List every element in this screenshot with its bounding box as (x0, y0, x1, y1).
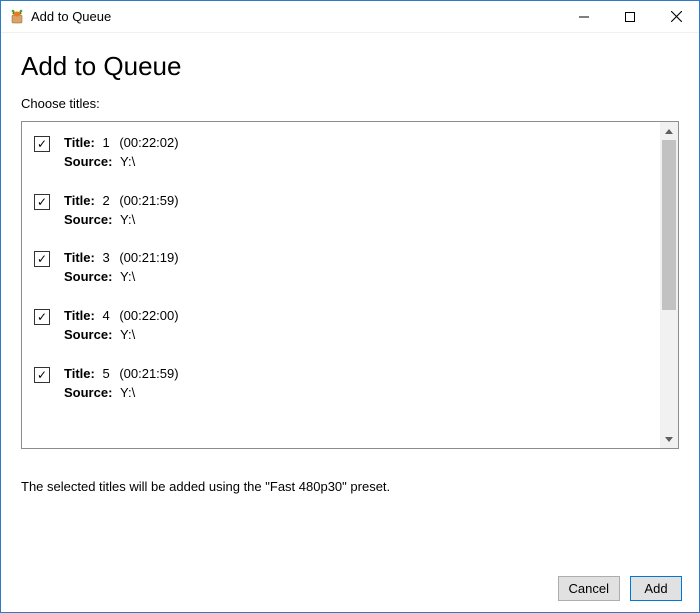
title-label: Title: (64, 308, 95, 323)
title-label: Title: (64, 135, 95, 150)
item-body: Title: 3 (00:21:19) Source: Y:\ (64, 249, 179, 287)
source-label: Source: (64, 269, 112, 284)
item-body: Title: 1 (00:22:02) Source: Y:\ (64, 134, 179, 172)
title-number: 5 (102, 365, 109, 384)
source-path: Y:\ (120, 268, 135, 287)
add-button[interactable]: Add (630, 576, 682, 601)
preset-name: "Fast 480p30" (265, 479, 347, 494)
title-number: 1 (102, 134, 109, 153)
source-label: Source: (64, 327, 112, 342)
source-path: Y:\ (120, 326, 135, 345)
title-label: Title: (64, 366, 95, 381)
checkbox[interactable]: ✓ (34, 194, 50, 210)
choose-titles-label: Choose titles: (21, 96, 679, 111)
item-body: Title: 2 (00:21:59) Source: Y:\ (64, 192, 179, 230)
list-item[interactable]: ✓ Title: 3 (00:21:19) Source: Y:\ (32, 243, 650, 301)
window-controls (561, 1, 699, 32)
checkbox[interactable]: ✓ (34, 251, 50, 267)
close-button[interactable] (653, 1, 699, 32)
scrollbar[interactable] (660, 122, 678, 448)
dialog-content: Add to Queue Choose titles: ✓ Title: 1 (… (1, 33, 699, 504)
list-item[interactable]: ✓ Title: 2 (00:21:59) Source: Y:\ (32, 186, 650, 244)
list-item[interactable]: ✓ Title: 1 (00:22:02) Source: Y:\ (32, 128, 650, 186)
scroll-thumb[interactable] (662, 140, 676, 310)
title-number: 4 (102, 307, 109, 326)
item-body: Title: 5 (00:21:59) Source: Y:\ (64, 365, 179, 403)
title-number: 3 (102, 249, 109, 268)
title-label: Title: (64, 193, 95, 208)
list-item[interactable]: ✓ Title: 4 (00:22:00) Source: Y:\ (32, 301, 650, 359)
titlebar: Add to Queue (1, 1, 699, 33)
minimize-button[interactable] (561, 1, 607, 32)
source-path: Y:\ (120, 211, 135, 230)
checkbox[interactable]: ✓ (34, 367, 50, 383)
titles-scrollarea[interactable]: ✓ Title: 1 (00:22:02) Source: Y:\ ✓ (22, 122, 660, 448)
title-duration: (00:22:00) (119, 307, 178, 326)
titles-listbox: ✓ Title: 1 (00:22:02) Source: Y:\ ✓ (21, 121, 679, 449)
source-label: Source: (64, 154, 112, 169)
title-duration: (00:22:02) (119, 134, 178, 153)
source-path: Y:\ (120, 153, 135, 172)
source-label: Source: (64, 385, 112, 400)
title-number: 2 (102, 192, 109, 211)
title-duration: (00:21:19) (119, 249, 178, 268)
checkbox[interactable]: ✓ (34, 136, 50, 152)
dialog-buttons: Cancel Add (558, 576, 682, 601)
title-label: Title: (64, 250, 95, 265)
preset-info-prefix: The selected titles will be added using … (21, 479, 265, 494)
title-duration: (00:21:59) (119, 192, 178, 211)
cancel-button[interactable]: Cancel (558, 576, 620, 601)
checkbox[interactable]: ✓ (34, 309, 50, 325)
preset-info-suffix: preset. (350, 479, 390, 494)
app-icon (9, 9, 25, 25)
scroll-up-arrow-icon[interactable] (660, 122, 678, 140)
list-item[interactable]: ✓ Title: 5 (00:21:59) Source: Y:\ (32, 359, 650, 417)
title-duration: (00:21:59) (119, 365, 178, 384)
maximize-button[interactable] (607, 1, 653, 32)
dialog-heading: Add to Queue (21, 51, 679, 82)
scroll-down-arrow-icon[interactable] (660, 430, 678, 448)
item-body: Title: 4 (00:22:00) Source: Y:\ (64, 307, 179, 345)
source-label: Source: (64, 212, 112, 227)
source-path: Y:\ (120, 384, 135, 403)
window-title: Add to Queue (31, 9, 561, 24)
preset-info: The selected titles will be added using … (21, 479, 679, 494)
